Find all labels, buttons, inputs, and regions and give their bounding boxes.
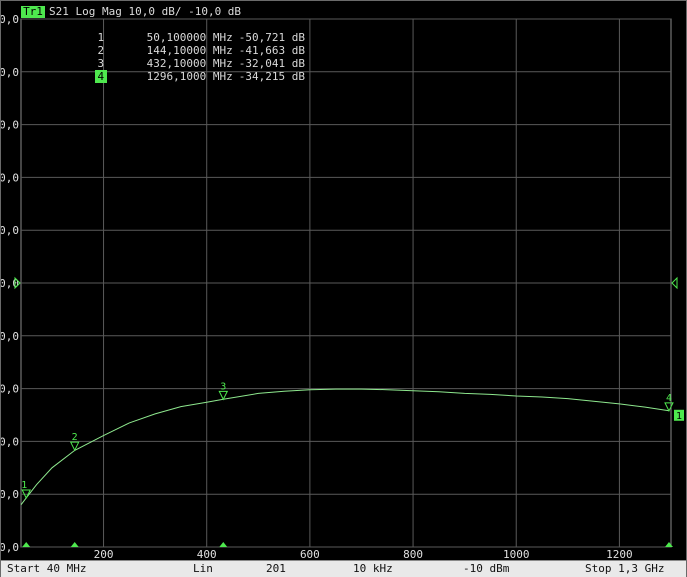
x-tick-label: 400 [197,548,217,560]
vna-display: 40,030,020,010,00,0-10,0-20,0-30,0-40,0-… [0,0,687,577]
trace-label[interactable]: Tr1 [21,6,45,18]
stop-frequency[interactable]: Stop 1,3 GHz [585,561,664,577]
y-tick-label: -30,0 [1,383,19,396]
y-tick-label: -60,0 [1,541,19,554]
marker-label: 1 [21,480,27,491]
marker-axis-indicator-icon [22,542,31,547]
source-power[interactable]: -10 dBm [463,561,509,577]
reference-level-right-icon [671,276,678,290]
marker-label: 3 [220,381,226,392]
marker-triangle-icon [218,390,229,401]
y-tick-label: 20,0 [1,119,19,132]
x-tick-label: 200 [94,548,114,560]
marker-axis-indicator-icon [70,542,79,547]
y-tick-label: 0,0 [1,224,19,237]
x-tick-label: 1200 [606,548,633,560]
trace-end-tag-label: 1 [676,411,682,422]
if-bandwidth[interactable]: 10 kHz [353,561,393,577]
y-tick-label: 40,0 [1,13,19,26]
trace-line [20,388,670,506]
marker-axis-indicator-icon [219,542,228,547]
marker-triangle-icon [664,402,674,412]
start-frequency[interactable]: Start 40 MHz [7,561,86,577]
x-tick-label: 600 [300,548,320,560]
status-bar: Start 40 MHz Lin 201 10 kHz -10 dBm Stop… [1,560,686,577]
x-tick-label: 1000 [503,548,530,560]
marker-row: 4 1296,1000 MHz -34,215 dB [21,57,319,96]
x-tick-label: 800 [403,548,423,560]
marker-value: -34,215 dB [238,70,305,83]
marker-label: 4 [666,393,672,404]
marker-axis-indicator-icon [664,542,673,547]
y-tick-label: -50,0 [1,488,19,501]
y-tick-label: 10,0 [1,171,19,184]
marker-frequency: 1296,1000 MHz [146,70,233,83]
sweep-points[interactable]: 201 [266,561,286,577]
y-tick-label: -40,0 [1,435,19,448]
sweep-type[interactable]: Lin [193,561,213,577]
trace-header: S21 Log Mag 10,0 dB/ -10,0 dB [49,5,242,18]
marker-label: 2 [72,432,78,443]
y-tick-label: 30,0 [1,66,19,79]
marker-number-active[interactable]: 4 [94,70,107,83]
y-tick-label: -20,0 [1,330,19,343]
